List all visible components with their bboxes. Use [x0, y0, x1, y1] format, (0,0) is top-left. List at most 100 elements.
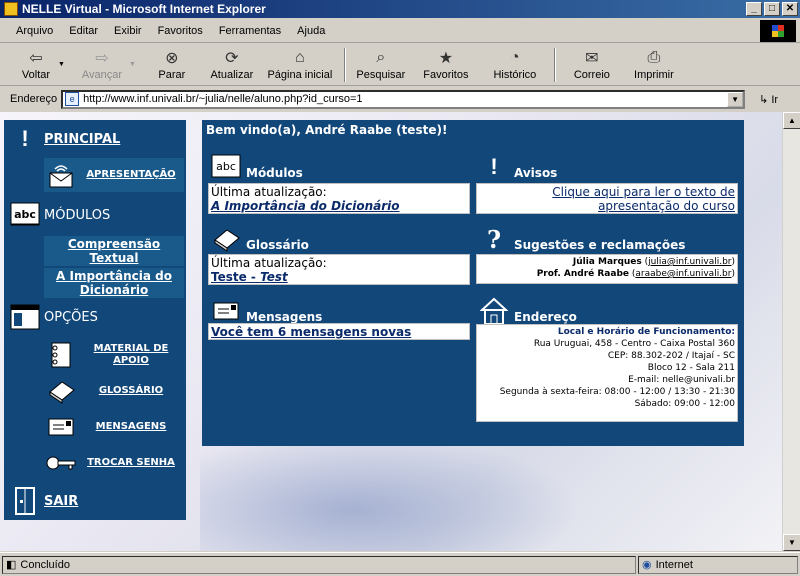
- nav-sair-label[interactable]: SAIR: [44, 494, 78, 509]
- nav-material-apoio[interactable]: MATERIAL DE APOIO: [44, 338, 184, 372]
- refresh-icon: ⟳: [225, 49, 239, 67]
- nav-principal[interactable]: ! PRINCIPAL: [4, 122, 186, 156]
- abc-book-icon: abc: [10, 200, 40, 230]
- nav-mensagens-label[interactable]: MENSAGENS: [78, 421, 184, 433]
- window-options-icon: [10, 302, 40, 332]
- mail-label: Correio: [573, 68, 610, 81]
- house-icon: [478, 296, 510, 326]
- endereco-line: E-mail: nelle@univali.br: [628, 375, 735, 385]
- toolbar-separator: [343, 47, 346, 82]
- minimize-button[interactable]: _: [746, 2, 762, 16]
- address-bar: Endereço e http://www.inf.univali.br/~ju…: [0, 87, 800, 111]
- nav-glossario[interactable]: GLOSSÁRIO: [44, 374, 184, 408]
- nav-principal-label[interactable]: PRINCIPAL: [44, 132, 120, 147]
- menu-exibir[interactable]: Exibir: [106, 25, 150, 37]
- forward-dropdown-icon[interactable]: ▼: [129, 61, 136, 68]
- vertical-scrollbar[interactable]: ▲ ▼: [782, 112, 800, 551]
- nav-trocar-senha[interactable]: TROCAR SENHA: [44, 446, 184, 480]
- refresh-button[interactable]: ⟳ Atualizar: [202, 45, 262, 85]
- menu-ferramentas[interactable]: Ferramentas: [211, 25, 289, 37]
- stop-icon: ⊗: [165, 49, 179, 67]
- menu-arquivo[interactable]: Arquivo: [10, 25, 61, 37]
- glossario-definition: Test: [260, 270, 288, 284]
- status-text-pane: ◧ Concluído: [2, 555, 636, 574]
- avisos-link[interactable]: Clique aqui para ler o texto de apresent…: [552, 185, 735, 213]
- stop-button[interactable]: ⊗ Parar: [142, 45, 202, 85]
- stop-label: Parar: [158, 68, 186, 81]
- glossario-update-label: Última atualização:: [211, 256, 327, 270]
- glossario-term-link[interactable]: Teste - Test: [211, 270, 467, 284]
- back-button[interactable]: ⇦ Voltar: [10, 45, 62, 85]
- mensagens-section: Mensagens Você tem 6 mensagens novas: [208, 290, 470, 342]
- scroll-down-icon[interactable]: ▼: [783, 534, 800, 551]
- welcome-message: Bem vindo(a), André Raabe (teste)!: [206, 123, 448, 137]
- search-button[interactable]: ⌕ Pesquisar: [352, 45, 410, 85]
- exclamation-icon: !: [21, 126, 29, 151]
- security-zone-pane: ◉ Internet: [638, 555, 798, 574]
- modulos-update-link[interactable]: A Importância do Dicionário: [211, 199, 467, 213]
- menu-bar: Arquivo Editar Exibir Favoritos Ferramen…: [0, 19, 800, 43]
- binder-icon: [44, 340, 78, 370]
- globe-icon: ◉: [642, 559, 652, 571]
- forward-button[interactable]: ⇨ Avançar: [71, 45, 133, 85]
- avisos-section: ! Avisos Clique aqui para ler o texto de…: [476, 146, 738, 216]
- key-icon: [44, 448, 78, 478]
- question-mark-icon: ?: [486, 224, 502, 254]
- avisos-body: Clique aqui para ler o texto de apresent…: [476, 183, 738, 214]
- scroll-up-icon[interactable]: ▲: [783, 112, 800, 129]
- nav-modulos-label: MÓDULOS: [44, 207, 111, 223]
- status-page-icon: ◧: [6, 559, 17, 571]
- nav-trocar-senha-label[interactable]: TROCAR SENHA: [78, 457, 184, 469]
- mail-icon: ✉: [585, 49, 599, 67]
- exit-door-icon: [10, 486, 40, 516]
- mensagens-header: Mensagens: [208, 290, 470, 326]
- windows-logo-icon: [760, 20, 796, 42]
- mensagens-link[interactable]: Você tem 6 mensagens novas: [211, 325, 467, 339]
- contact-email-link[interactable]: araabe@inf.univali.br: [635, 269, 731, 279]
- nav-sair[interactable]: SAIR: [4, 484, 186, 518]
- glossario-body: Última atualização: Teste - Test: [208, 254, 470, 285]
- home-button[interactable]: ⌂ Página inicial: [262, 45, 338, 85]
- history-button[interactable]: ◔ Histórico: [482, 45, 548, 85]
- close-button[interactable]: ✕: [782, 2, 798, 16]
- contact-name: Júlia Marques: [572, 257, 642, 267]
- maximize-button[interactable]: □: [764, 2, 780, 16]
- window-title: NELLE Virtual - Microsoft Internet Explo…: [22, 2, 266, 16]
- home-label: Página inicial: [267, 68, 333, 81]
- nav-material-apoio-label[interactable]: MATERIAL DE APOIO: [78, 343, 184, 367]
- endereco-line: Bloco 12 - Sala 211: [647, 363, 735, 373]
- menu-editar[interactable]: Editar: [61, 25, 106, 37]
- module-link-dicionario[interactable]: A Importância do Dicionário: [44, 268, 184, 298]
- favorites-folder-icon: ★: [438, 49, 454, 67]
- nav-apresentacao-label[interactable]: APRESENTAÇÃO: [78, 169, 184, 181]
- mail-button[interactable]: ✉ Correio: [562, 45, 622, 85]
- svg-text:abc: abc: [216, 160, 236, 173]
- go-button[interactable]: ↳ Ir: [759, 93, 778, 106]
- nav-apresentacao[interactable]: APRESENTAÇÃO: [44, 158, 184, 192]
- contact-row: Júlia Marques (julia@inf.univali.br): [572, 257, 735, 267]
- module-link-compreensao[interactable]: Compreensão Textual: [44, 236, 184, 266]
- contact-email-link[interactable]: julia@inf.univali.br: [648, 257, 731, 267]
- back-dropdown-icon[interactable]: ▼: [58, 61, 65, 68]
- url-input[interactable]: e http://www.inf.univali.br/~julia/nelle…: [61, 89, 746, 109]
- address-dropdown-icon[interactable]: ▼: [727, 91, 744, 107]
- glossario-header: Glossário: [208, 218, 470, 254]
- print-button[interactable]: ⎙ Imprimir: [622, 45, 686, 85]
- forward-label: Avançar: [81, 68, 123, 81]
- main-panel: Bem vindo(a), André Raabe (teste)! abc M…: [202, 120, 744, 446]
- abc-book-icon: abc: [210, 152, 242, 182]
- page-icon: e: [65, 92, 80, 106]
- endereco-line: CEP: 88.302-202 / Itajaí - SC: [607, 351, 735, 361]
- favorites-button[interactable]: ★ Favoritos: [410, 45, 482, 85]
- window-titlebar[interactable]: NELLE Virtual - Microsoft Internet Explo…: [0, 0, 800, 18]
- print-label: Imprimir: [634, 68, 674, 81]
- menu-ajuda[interactable]: Ajuda: [289, 25, 333, 37]
- nav-glossario-label[interactable]: GLOSSÁRIO: [78, 385, 184, 397]
- web-page: ! PRINCIPAL APRESENTAÇÃO abc MÓDULOS Com…: [0, 112, 782, 551]
- nav-mensagens[interactable]: MENSAGENS: [44, 410, 184, 444]
- address-label: Endereço: [10, 93, 58, 105]
- search-label: Pesquisar: [356, 68, 406, 81]
- svg-text:abc: abc: [14, 208, 36, 221]
- modulos-body: Última atualização: A Importância do Dic…: [208, 183, 470, 214]
- menu-favoritos[interactable]: Favoritos: [150, 25, 211, 37]
